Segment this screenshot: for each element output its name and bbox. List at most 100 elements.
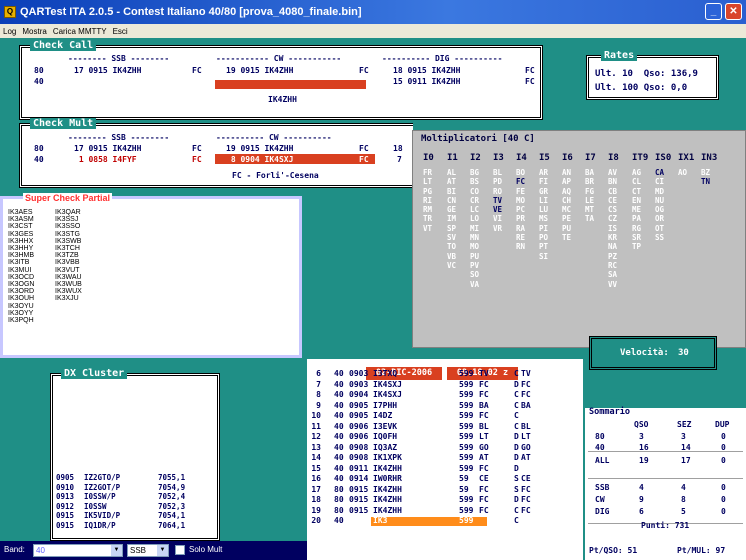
close-button[interactable]: ✕ [725, 3, 742, 20]
log-n: 13 [311, 442, 321, 452]
multiplier-province: AN [562, 168, 572, 177]
super-check-callsign[interactable]: IK3AES [8, 209, 34, 216]
multiplier-province: PO [539, 233, 549, 243]
band-select[interactable]: 40 ▼ [33, 544, 123, 557]
band-label-80: 80 [34, 66, 44, 75]
log-rcv: BA [479, 400, 489, 410]
multiplier-province: MO [470, 242, 480, 252]
solo-mult-checkbox[interactable] [175, 545, 185, 555]
super-check-callsign[interactable]: IK3OUH [8, 295, 34, 302]
check-mult-ssb-entry: 1 0858 I4FYF [74, 155, 137, 164]
log-n: 12 [311, 432, 321, 441]
multiplier-province: PE [562, 214, 572, 224]
log-n: 7 [316, 379, 321, 389]
check-call-dig-entry: 18 0915 IK4ZHH [393, 66, 461, 75]
super-check-callsign[interactable]: IK3QAR [55, 209, 82, 216]
super-check-callsign[interactable]: IK3ASM [8, 216, 34, 223]
check-mult-band: 80 [34, 144, 44, 153]
check-mult-band: 40 [34, 155, 44, 164]
multiplier-province: NA [608, 242, 618, 252]
title-bar: Q QARTest ITA 2.0.5 - Contest Italiano 4… [0, 0, 746, 24]
super-check-callsign[interactable]: IK3STG [55, 231, 82, 238]
log-t: 0905 [349, 411, 369, 420]
multiplier-column-header: I1 [447, 153, 458, 163]
super-check-callsign[interactable]: IK3PQH [8, 317, 34, 324]
log-b: 40 [334, 411, 344, 420]
super-check-callsign[interactable]: IK3TCH [55, 245, 82, 252]
rates-last-100: Ult. 100 Qso: 0,0 [595, 83, 688, 93]
check-mult-ssb-prov: FC [192, 144, 202, 153]
log-b: 40 [334, 442, 344, 452]
super-check-callsign[interactable]: IK3ITB [8, 259, 34, 266]
multiplier-province: AQ [562, 186, 572, 196]
check-mult-cw-prov: FC [359, 155, 369, 164]
super-check-callsign[interactable]: IK3WAU [55, 274, 82, 281]
chevron-down-icon[interactable]: ▼ [111, 545, 122, 556]
summary-value: 8 [681, 495, 686, 504]
log-t: 0908 [349, 442, 369, 452]
dx-cluster-title: DX Cluster [61, 368, 128, 379]
super-check-callsign[interactable]: IK3OGN [8, 281, 34, 288]
log-call: IK1XPK [373, 453, 402, 462]
multiplier-province: VB [447, 251, 457, 261]
log-n: 15 [311, 463, 321, 473]
super-check-title: Super Check Partial [23, 193, 113, 203]
solo-mult-label: Solo Mult [189, 545, 223, 554]
super-check-callsign[interactable]: IK3HHX [8, 238, 34, 245]
multiplier-province: PA [632, 214, 642, 224]
super-check-callsign[interactable]: IK3CST [8, 223, 34, 230]
multiplier-province: LT [423, 177, 433, 187]
log-b: 40 [334, 453, 344, 462]
log-b: 80 [334, 505, 344, 515]
super-check-callsign[interactable]: IK3SWB [55, 238, 82, 245]
super-check-callsign[interactable]: IK3HMB [8, 252, 34, 259]
log-t: 0904 [349, 390, 369, 399]
menu-log[interactable]: Log [3, 27, 16, 36]
super-check-callsign[interactable]: IK3OYU [8, 303, 34, 310]
log-n: 11 [311, 421, 321, 431]
log-b: 40 [334, 463, 344, 473]
super-check-callsign[interactable]: IK3HHY [8, 245, 34, 252]
multiplier-column-header: I4 [516, 153, 527, 163]
super-check-callsign[interactable]: IK3ORD [8, 288, 34, 295]
super-check-callsign[interactable]: IK3TZB [55, 252, 82, 259]
super-check-callsign[interactable]: IK3OCD [8, 274, 34, 281]
log-n: 19 [311, 505, 321, 515]
minimize-button[interactable]: _ [705, 3, 722, 20]
super-check-callsign[interactable]: IK3XJU [55, 295, 82, 302]
check-mult-title: Check Mult [30, 118, 97, 129]
menu-mostra[interactable]: Mostra [22, 27, 46, 36]
log-mp: FC [521, 390, 531, 399]
super-check-callsign[interactable]: IK3VUT [55, 267, 82, 274]
log-n: 20 [311, 516, 321, 525]
log-call: I7PHH [373, 400, 398, 410]
chevron-down-icon[interactable]: ▼ [157, 545, 168, 556]
mode-select[interactable]: SSB ▼ [127, 544, 169, 557]
super-check-callsign[interactable]: IK3WUX [55, 288, 82, 295]
band-label: Band: [4, 545, 25, 554]
multiplier-column-header: IN3 [701, 153, 718, 163]
multiplier-province: FG [585, 186, 595, 196]
log-m: C [514, 411, 519, 420]
rates-panel: Rates Ult. 10 Qso: 136,9 Ult. 100 Qso: 0… [586, 50, 719, 100]
super-check-callsign[interactable]: IK3MUI [8, 267, 34, 274]
summary-header-dup: DUP [715, 420, 730, 429]
super-check-callsign[interactable]: IK3OYY [8, 310, 34, 317]
summary-header-sez: SEZ [677, 420, 692, 429]
log-rcv: FC [479, 411, 489, 420]
log-n: 17 [311, 484, 321, 494]
super-check-callsign[interactable]: IK3GES [8, 231, 34, 238]
log-mp: FC [521, 484, 531, 494]
multiplier-province: NU [655, 195, 665, 205]
log-rst: 599 [459, 463, 474, 473]
super-check-callsign[interactable]: IK3WUB [55, 281, 82, 288]
log-rst: 599 [459, 505, 474, 515]
menu-esci[interactable]: Esci [113, 27, 128, 36]
super-check-callsign[interactable]: IK3SSJ [55, 216, 82, 223]
log-t: 0915 [349, 505, 369, 515]
menu-carica-mmtty[interactable]: Carica MMTTY [53, 27, 107, 36]
super-check-callsign[interactable]: IK3VBB [55, 259, 82, 266]
log-m: C [514, 390, 519, 399]
multiplier-province: MO [516, 195, 526, 205]
super-check-callsign[interactable]: IK3SSO [55, 223, 82, 230]
